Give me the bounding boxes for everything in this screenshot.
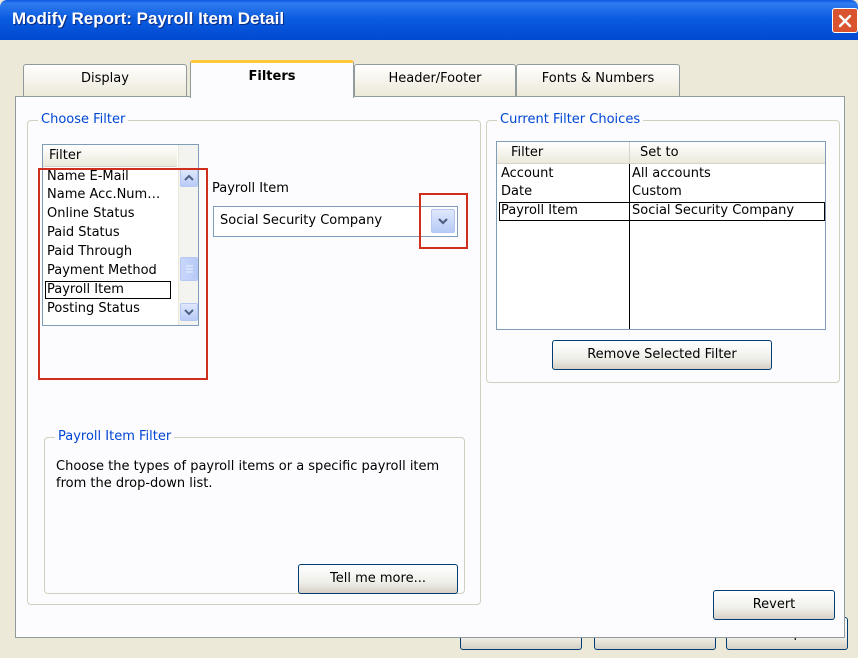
payroll-item-filter-group: Payroll Item Filter Choose the types of … [44,429,465,594]
tab-header-footer-label: Header/Footer [388,71,482,86]
tab-filters[interactable]: Filters [190,60,354,98]
remove-selected-filter-label: Remove Selected Filter [587,347,737,362]
revert-label: Revert [752,597,796,612]
dropdown-highlight [419,193,468,249]
tab-filters-label: Filters [248,69,296,84]
table-row-selected[interactable]: Payroll Item Social Security Company [499,202,825,221]
tab-fonts-numbers-label: Fonts & Numbers [541,71,655,86]
dialog-body: Display Filters Header/Footer Fonts & Nu… [6,40,852,652]
table-cell-filter: Payroll Item [501,203,578,218]
window-title: Modify Report: Payroll Item Detail [12,9,285,28]
close-icon [838,14,852,28]
table-cell-set-to: Social Security Company [632,203,795,218]
filter-list-header: Filter [43,145,177,167]
tab-fonts-numbers[interactable]: Fonts & Numbers [516,64,680,96]
close-button[interactable] [832,8,858,33]
payroll-item-label: Payroll Item [212,181,289,196]
current-filter-choices-legend: Current Filter Choices [497,112,644,127]
remove-selected-filter-button[interactable]: Remove Selected Filter [552,340,772,370]
tell-me-more-label: Tell me more... [330,571,426,586]
modify-report-dialog: Modify Report: Payroll Item Detail Displ… [0,0,858,658]
tab-display[interactable]: Display [23,64,187,96]
column-header-set-to: Set to [640,145,679,160]
table-cell-filter: Account [501,166,554,181]
payroll-item-value: Social Security Company [220,213,383,228]
table-row[interactable]: Account All accounts [497,165,825,183]
current-filters-header: Filter Set to [497,142,825,164]
tab-header-footer[interactable]: Header/Footer [354,64,516,96]
filters-panel: Choose Filter Filter Name E-Mail Name Ac… [15,96,845,638]
filter-column-header: Filter [49,148,82,163]
table-cell-filter: Date [501,184,533,199]
column-header-filter: Filter [511,145,544,160]
payroll-item-filter-legend: Payroll Item Filter [55,429,175,444]
tab-display-label: Display [81,71,129,86]
filter-description: Choose the types of payroll items or a s… [56,459,440,491]
choose-filter-legend: Choose Filter [38,112,129,127]
title-bar[interactable]: Modify Report: Payroll Item Detail [0,0,858,40]
revert-button[interactable]: Revert [713,590,835,620]
filter-list-highlight [38,168,208,380]
current-filters-table[interactable]: Filter Set to Account All accounts Date … [496,141,826,330]
table-row[interactable]: Date Custom [497,183,825,201]
tell-me-more-button[interactable]: Tell me more... [298,564,458,594]
table-cell-set-to: All accounts [632,166,711,181]
table-cell-set-to: Custom [632,184,682,199]
column-divider [629,142,630,164]
